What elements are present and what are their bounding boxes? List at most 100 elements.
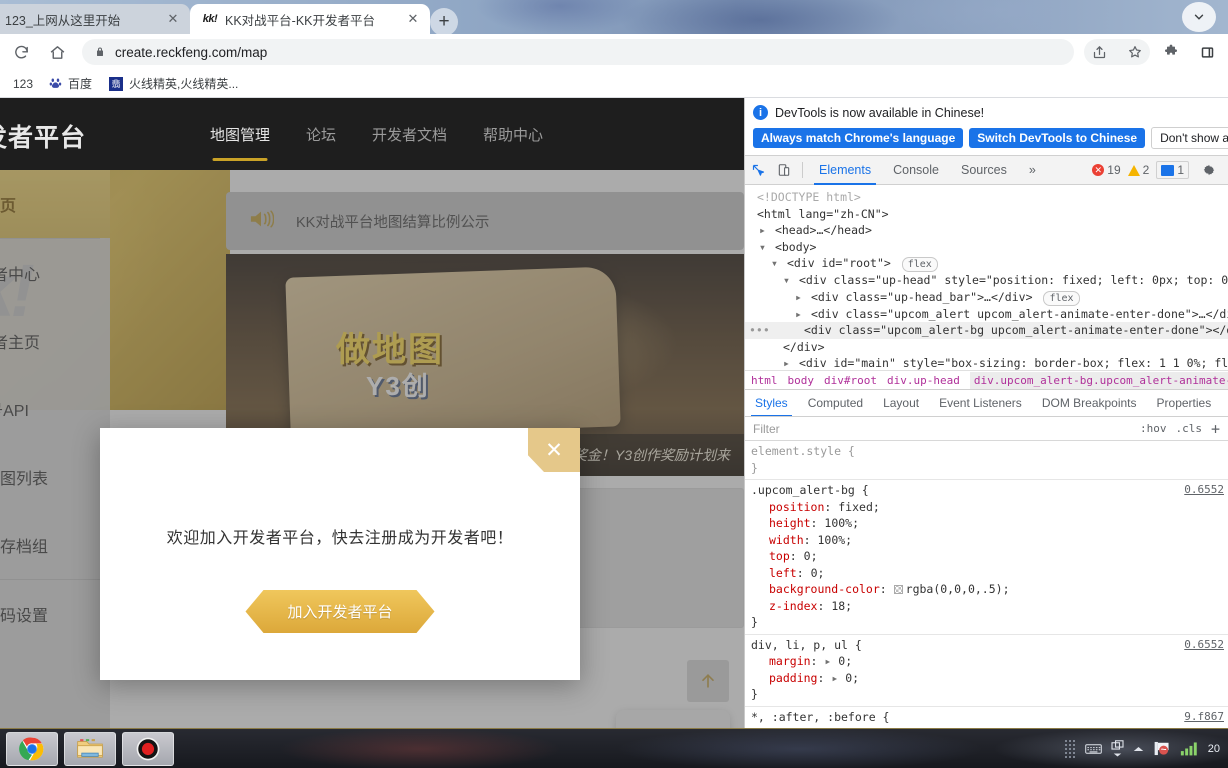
style-property[interactable]: z-index: 18;	[745, 598, 1228, 615]
style-rule-universal[interactable]: 9.f867 *, :after, :before { -webkit-box-…	[745, 707, 1228, 729]
dom-line[interactable]: <html lang="zh-CN">	[745, 206, 1228, 223]
home-icon[interactable]	[42, 37, 72, 67]
breadcrumb-div-alert-bg[interactable]: div.upcom_alert-bg.upcom_alert-animate-e…	[969, 371, 1228, 389]
style-property[interactable]: top: 0;	[745, 548, 1228, 565]
style-property[interactable]: left: 0;	[745, 565, 1228, 582]
nav-item-dev-docs[interactable]: 开发者文档	[372, 124, 447, 145]
switch-devtools-to-chinese-button[interactable]: Switch DevTools to Chinese	[969, 128, 1146, 148]
tab-properties[interactable]: Properties	[1147, 390, 1222, 416]
dom-line[interactable]: ▸ <head>…</head>	[745, 222, 1228, 239]
style-property[interactable]: height: 100%;	[745, 515, 1228, 532]
breadcrumb-div-root[interactable]: div#root	[824, 374, 877, 387]
tab-sources[interactable]: Sources	[950, 156, 1018, 185]
new-style-rule-button[interactable]: +	[1211, 420, 1220, 438]
cls-toggle[interactable]: .cls	[1175, 422, 1202, 435]
tab-console[interactable]: Console	[882, 156, 950, 185]
nav-item-help-center[interactable]: 帮助中心	[483, 124, 543, 145]
rule-source[interactable]: 9.f867	[1184, 709, 1224, 726]
dom-line[interactable]: </div>	[745, 339, 1228, 356]
dom-line[interactable]: ▸ <div class="upcom_alert upcom_alert-an…	[745, 306, 1228, 323]
device-toolbar-icon[interactable]	[771, 157, 797, 183]
style-property[interactable]: margin: ▸ 0;	[745, 653, 1228, 670]
dont-show-again-button[interactable]: Don't show again	[1151, 127, 1228, 149]
dom-line[interactable]: ▸ <div class="up-head_bar">…</div> flex	[745, 289, 1228, 306]
taskbar-chrome-icon[interactable]	[6, 731, 58, 766]
tab-accessibility[interactable]: A	[1221, 390, 1228, 416]
tab-computed[interactable]: Computed	[798, 390, 873, 416]
taskbar-file-explorer-icon[interactable]	[64, 731, 116, 766]
tray-grip-handle[interactable]	[1063, 738, 1076, 759]
share-icon[interactable]	[1084, 37, 1114, 67]
message-count[interactable]: 1	[1156, 161, 1189, 179]
join-developer-platform-button[interactable]: 加入开发者平台	[245, 590, 434, 633]
hov-toggle[interactable]: :hov	[1140, 422, 1167, 435]
expand-triangle-icon[interactable]: ▸	[795, 289, 804, 306]
dom-line[interactable]: ▾ <body>	[745, 239, 1228, 256]
close-icon[interactable]: ✕	[528, 428, 580, 472]
gear-icon[interactable]	[1196, 157, 1222, 183]
star-icon[interactable]	[1120, 37, 1150, 67]
tab-search-chevron-down-icon[interactable]	[1182, 2, 1216, 32]
close-icon[interactable]: ✕	[404, 10, 422, 28]
flex-badge[interactable]: flex	[1043, 290, 1080, 306]
style-rule-upcom-alert-bg[interactable]: 0.6552 .upcom_alert-bg { position: fixed…	[745, 480, 1228, 635]
signal-bars-icon[interactable]	[1180, 741, 1199, 756]
breadcrumb-body[interactable]: body	[788, 374, 815, 387]
bookmark-item-2[interactable]: 翡 火线精英,火线精英...	[108, 75, 238, 92]
collapse-triangle-icon[interactable]: ▾	[759, 239, 768, 256]
bookmark-item-1[interactable]: 百度	[47, 75, 92, 92]
chevron-up-icon[interactable]	[1133, 745, 1144, 753]
warning-count[interactable]: 2	[1127, 163, 1149, 177]
style-rule-element-style[interactable]: element.style { }	[745, 441, 1228, 480]
filter-input[interactable]: Filter	[753, 422, 1140, 436]
new-tab-button[interactable]: +	[430, 8, 458, 34]
dom-line[interactable]: ▾ <div class="up-head" style="position: …	[745, 272, 1228, 289]
window-switcher-icon[interactable]	[1111, 739, 1124, 758]
rule-source[interactable]: 0.6552	[1184, 637, 1224, 654]
flag-icon[interactable]	[1153, 740, 1171, 757]
style-property[interactable]: padding: ▸ 0;	[745, 670, 1228, 687]
always-match-chrome-language-button[interactable]: Always match Chrome's language	[753, 128, 964, 148]
style-property[interactable]: width: 100%;	[745, 532, 1228, 549]
dom-line[interactable]: ▾ <div id="root"> flex	[745, 255, 1228, 272]
tab-elements[interactable]: Elements	[808, 156, 882, 185]
tab-layout[interactable]: Layout	[873, 390, 929, 416]
nav-item-map-manage[interactable]: 地图管理	[210, 124, 270, 145]
flex-badge[interactable]: flex	[901, 257, 938, 272]
inspect-element-icon[interactable]	[745, 157, 771, 183]
error-count[interactable]: ✕ 19	[1092, 163, 1121, 177]
style-property[interactable]: background-color: rgba(0,0,0,.5);	[745, 581, 1228, 598]
tab-dom-breakpoints[interactable]: DOM Breakpoints	[1032, 390, 1147, 416]
taskbar-clock[interactable]: 20	[1208, 743, 1220, 755]
puzzle-icon[interactable]	[1156, 37, 1186, 67]
nav-item-forum[interactable]: 论坛	[306, 124, 336, 145]
more-tabs-icon[interactable]: »	[1018, 156, 1047, 185]
rule-source[interactable]: 0.6552	[1184, 482, 1224, 499]
dom-line[interactable]: ▸ <div id="main" style="box-sizing: bord…	[745, 355, 1228, 370]
style-property[interactable]: position: fixed;	[745, 499, 1228, 516]
styles-pane[interactable]: element.style { } 0.6552 .upcom_alert-bg…	[745, 441, 1228, 728]
keyboard-icon[interactable]	[1084, 743, 1102, 755]
bookmark-item-0[interactable]: 123	[0, 76, 33, 92]
browser-tab-1[interactable]: 123_上网从这里开始 ✕	[0, 4, 190, 34]
breadcrumb-html[interactable]: html	[751, 374, 778, 387]
dom-line[interactable]: <!DOCTYPE html>	[745, 189, 1228, 206]
browser-tab-2[interactable]: kk! KK对战平台-KK开发者平台 ✕	[190, 4, 430, 34]
color-swatch[interactable]	[893, 585, 903, 594]
dom-line-selected[interactable]: ••• <div class="upcom_alert-bg upcom_ale…	[745, 322, 1228, 339]
taskbar-screen-recorder-icon[interactable]	[122, 731, 174, 766]
collapse-triangle-icon[interactable]: ▾	[783, 272, 792, 289]
tab-styles[interactable]: Styles	[745, 390, 798, 416]
expand-triangle-icon[interactable]: ▸	[783, 355, 792, 370]
style-rule-div-li-p-ul[interactable]: 0.6552 div, li, p, ul { margin: ▸ 0; pad…	[745, 635, 1228, 707]
tab-event-listeners[interactable]: Event Listeners	[929, 390, 1032, 416]
expand-triangle-icon[interactable]: ▸	[795, 306, 804, 323]
address-bar[interactable]: create.reckfeng.com/map	[82, 39, 1074, 65]
dom-tree[interactable]: <!DOCTYPE html> <html lang="zh-CN"> ▸ <h…	[745, 185, 1228, 370]
close-icon[interactable]: ✕	[164, 10, 182, 28]
breadcrumb-div-up-head[interactable]: div.up-head	[887, 374, 960, 387]
collapse-triangle-icon[interactable]: ▾	[771, 255, 780, 272]
side-panel-icon[interactable]	[1192, 37, 1222, 67]
expand-triangle-icon[interactable]: ▸	[759, 222, 768, 239]
reload-icon[interactable]	[6, 37, 36, 67]
